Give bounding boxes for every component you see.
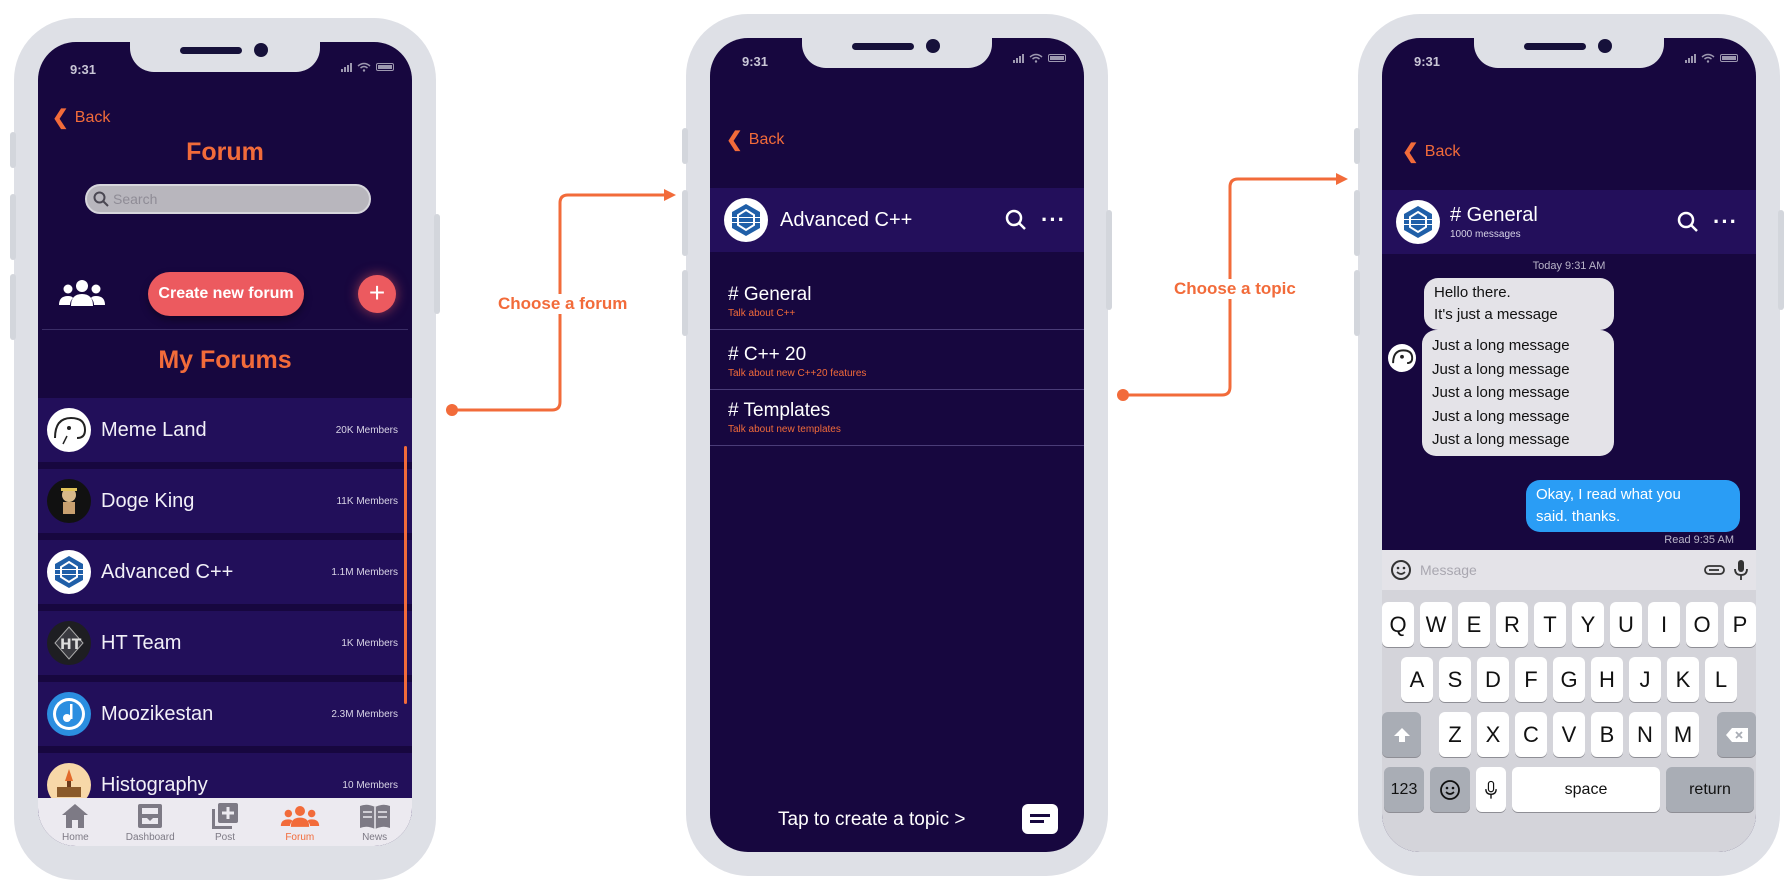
flow-connectors (446, 173, 1348, 416)
arrow-head-1 (664, 189, 676, 201)
canvas: { "status_time": "9:31", "back_label": "… (0, 0, 1787, 896)
flow-label-choose-forum: Choose a forum (496, 294, 630, 314)
arrow-head-2 (1336, 173, 1348, 185)
flow-label-choose-topic: Choose a topic (1172, 279, 1298, 299)
